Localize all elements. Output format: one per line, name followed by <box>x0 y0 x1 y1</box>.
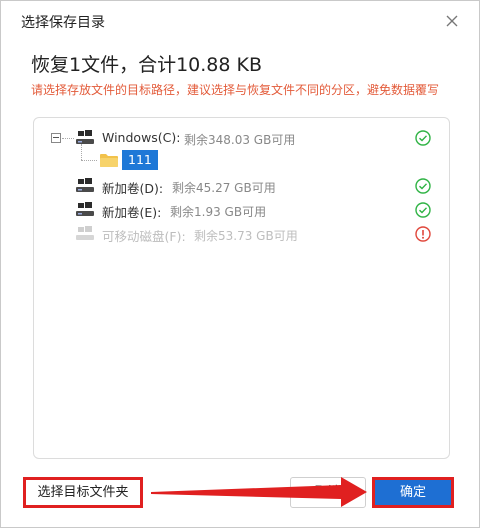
titlebar: 选择保存目录 <box>1 1 479 41</box>
tree-item-drive-d[interactable]: 新加卷(D): 剩余45.27 GB可用 <box>34 175 449 197</box>
select-target-folder-button[interactable]: 选择目标文件夹 <box>23 477 143 508</box>
drive-free-space: 剩余45.27 GB可用 <box>172 181 276 195</box>
drive-free-space: 剩余53.73 GB可用 <box>194 229 298 243</box>
windows-drive-icon <box>76 130 94 144</box>
drive-name: 可移动磁盘(F): <box>102 229 186 244</box>
folder-name: 111 <box>122 150 158 170</box>
confirm-button[interactable]: 确定 <box>372 477 454 508</box>
info-error-icon <box>415 226 431 242</box>
tree-item-folder[interactable]: 111 <box>34 149 449 171</box>
tree-item-drive-e[interactable]: 新加卷(E): 剩余1.93 GB可用 <box>34 199 449 221</box>
tree-item-drive-f: 可移动磁盘(F): 剩余53.73 GB可用 <box>34 223 449 245</box>
save-directory-dialog: 选择保存目录 恢复1文件，合计10.88 KB 请选择存放文件的目标路径，建议选… <box>0 0 480 528</box>
dialog-title: 选择保存目录 <box>21 15 105 31</box>
restore-summary: 恢复1文件，合计10.88 KB <box>31 54 263 76</box>
close-button[interactable] <box>441 10 463 32</box>
drive-free-space: 剩余348.03 GB可用 <box>184 133 296 147</box>
windows-drive-icon <box>76 226 94 240</box>
drive-free-space: 剩余1.93 GB可用 <box>170 205 267 219</box>
windows-drive-icon <box>76 178 94 192</box>
directory-tree: Windows(C): 剩余348.03 GB可用 111 新加卷(D): 剩余… <box>33 117 450 459</box>
check-circle-icon <box>415 202 431 218</box>
collapse-toggle[interactable] <box>51 133 61 143</box>
folder-icon <box>100 154 118 167</box>
check-circle-icon <box>415 130 431 146</box>
drive-name: 新加卷(E): <box>102 205 162 220</box>
check-circle-icon <box>415 178 431 194</box>
close-icon <box>446 15 458 27</box>
cancel-button[interactable]: 取消 <box>290 477 366 508</box>
windows-drive-icon <box>76 202 94 216</box>
path-hint: 请选择存放文件的目标路径，建议选择与恢复文件不同的分区，避免数据覆写 <box>31 83 440 97</box>
drive-name: 新加卷(D): <box>102 181 164 196</box>
drive-name: Windows(C): <box>102 130 181 145</box>
tree-item-drive-c[interactable]: Windows(C): 剩余348.03 GB可用 <box>34 127 449 149</box>
